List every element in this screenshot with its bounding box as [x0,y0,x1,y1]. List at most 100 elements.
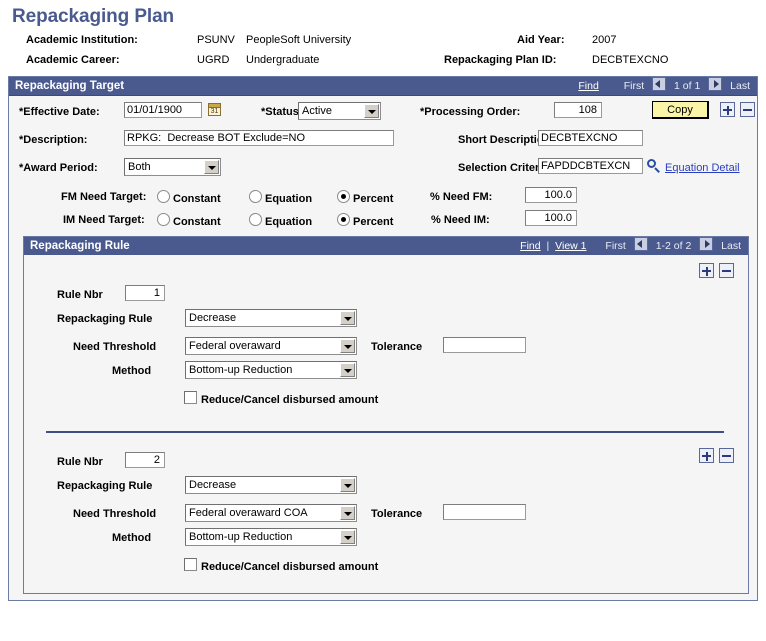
award-period-select[interactable]: Both [124,158,221,176]
rule-2-need-threshold-value: Federal overaward COA [189,507,308,519]
rule-2-reduce-cancel-checkbox[interactable]: Reduce/Cancel disbursed amount [184,558,378,573]
rule-1-repackaging-rule-value: Decrease [189,312,237,324]
im-radio-equation-control[interactable] [249,213,262,226]
target-prev-row-button[interactable] [652,77,667,91]
target-row-navigation: Find First 1 of 1 Last [578,77,753,95]
rule-2-delete-row-button[interactable] [719,448,734,463]
rule-1-rule-nbr-label: Rule Nbr [57,289,103,301]
rule-1-reduce-cancel-checkbox-control[interactable] [184,391,197,404]
fm-radio-equation-label: Equation [265,193,313,205]
rule-2-repackaging-rule-value: Decrease [189,479,237,491]
search-icon[interactable] [647,159,661,173]
rule-1-repackaging-rule-select[interactable]: Decrease [185,309,357,327]
academic-career-name: Undergraduate [246,54,320,66]
rule-1-reduce-cancel-checkbox[interactable]: Reduce/Cancel disbursed amount [184,391,378,406]
rule-row-navigation: Find | View 1 First 1-2 of 2 Last [520,237,744,255]
target-find-link[interactable]: Find [578,80,598,92]
im-radio-constant[interactable]: Constant [157,213,221,228]
repackaging-target-title: Repackaging Target [15,80,125,92]
rule-2-repackaging-rule-label: Repackaging Rule [57,480,153,492]
target-next-row-button[interactable] [708,77,723,91]
target-add-row-button[interactable] [720,102,735,117]
rule-2-need-threshold-select[interactable]: Federal overaward COA [185,504,357,522]
rule-2-method-value: Bottom-up Reduction [189,531,293,543]
fm-radio-percent-control[interactable] [337,190,350,203]
fm-radio-constant-label: Constant [173,193,221,205]
rule-prev-row-button[interactable] [633,237,648,251]
calendar-icon[interactable]: 31 [208,103,221,116]
chevron-down-icon[interactable] [340,339,355,353]
rule-2-reduce-cancel-checkbox-control[interactable] [184,558,197,571]
fm-radio-constant-control[interactable] [157,190,170,203]
rule-2-add-row-button[interactable] [699,448,714,463]
rule-1-method-select[interactable]: Bottom-up Reduction [185,361,357,379]
chevron-down-icon[interactable] [340,478,355,492]
rule-2-need-threshold-label: Need Threshold [73,508,157,520]
rule-2-reduce-cancel-label: Reduce/Cancel disbursed amount [201,561,379,573]
rule-1-method-value: Bottom-up Reduction [189,364,293,376]
rule-next-row-button[interactable] [699,237,714,251]
processing-order-input[interactable] [554,102,602,118]
academic-institution-label: Academic Institution: [26,34,138,46]
rule-1-method-label: Method [112,365,152,377]
im-radio-percent-control[interactable] [337,213,350,226]
status-label: *Status: [261,106,303,118]
effective-date-input[interactable] [124,102,202,118]
rule-row-counter: 1-2 of 2 [655,240,692,252]
pct-need-fm-input[interactable] [525,187,577,203]
im-radio-percent[interactable]: Percent [337,213,393,228]
rule-1-tolerance-input[interactable] [443,337,526,353]
description-input[interactable] [124,130,394,146]
chevron-down-icon[interactable] [204,160,219,174]
chevron-down-icon[interactable] [340,530,355,544]
chevron-down-icon[interactable] [364,104,379,118]
target-delete-row-button[interactable] [740,102,755,117]
rule-1-add-row-button[interactable] [699,263,714,278]
im-radio-constant-control[interactable] [157,213,170,226]
rule-2-rule-nbr-label: Rule Nbr [57,456,103,468]
effective-date-label: *Effective Date: [19,106,100,118]
repackaging-plan-id-value: DECBTEXCNO [592,54,669,66]
rule-1-delete-row-button[interactable] [719,263,734,278]
im-radio-equation[interactable]: Equation [249,213,312,228]
academic-institution-code: PSUNV [197,34,235,46]
rule-2-repackaging-rule-select[interactable]: Decrease [185,476,357,494]
rule-1-need-threshold-value: Federal overaward [189,340,281,352]
rule-1-need-threshold-select[interactable]: Federal overaward [185,337,357,355]
copy-button[interactable]: Copy [652,101,709,119]
rule-2-rule-nbr-input[interactable] [125,452,165,468]
academic-career-label: Academic Career: [26,54,120,66]
selection-criteria-input[interactable] [538,158,643,174]
rule-1-tolerance-label: Tolerance [371,341,423,353]
rule-2-method-select[interactable]: Bottom-up Reduction [185,528,357,546]
fm-radio-constant[interactable]: Constant [157,190,221,205]
target-first-label[interactable]: First [624,80,644,92]
repackaging-rule-title: Repackaging Rule [30,240,130,252]
equation-detail-link[interactable]: Equation Detail [665,162,740,174]
rule-2-tolerance-input[interactable] [443,504,526,520]
pct-need-fm-label: % Need FM: [430,191,493,203]
fm-radio-percent[interactable]: Percent [337,190,393,205]
rule-1-need-threshold-label: Need Threshold [73,341,157,353]
rule-view-all-link[interactable]: View 1 [555,240,586,252]
pct-need-im-input[interactable] [525,210,577,226]
target-last-label[interactable]: Last [730,80,750,92]
rule-1-rule-nbr-input[interactable] [125,285,165,301]
page-title: Repackaging Plan [12,6,175,27]
chevron-down-icon[interactable] [340,506,355,520]
short-description-input[interactable] [538,130,643,146]
rule-find-link[interactable]: Find [520,240,540,252]
status-select[interactable]: Active [298,102,381,120]
chevron-down-icon[interactable] [340,311,355,325]
rule-first-label[interactable]: First [605,240,625,252]
rule-last-label[interactable]: Last [721,240,741,252]
chevron-down-icon[interactable] [340,363,355,377]
fm-radio-equation-control[interactable] [249,190,262,203]
repackaging-target-header: Repackaging Target Find First 1 of 1 Las… [9,77,757,96]
pct-need-im-label: % Need IM: [431,214,490,226]
fm-need-target-label: FM Need Target: [61,191,147,203]
status-select-value: Active [302,105,332,117]
im-need-target-label: IM Need Target: [63,214,145,226]
fm-radio-equation[interactable]: Equation [249,190,312,205]
rule-nav-separator: | [546,240,550,252]
